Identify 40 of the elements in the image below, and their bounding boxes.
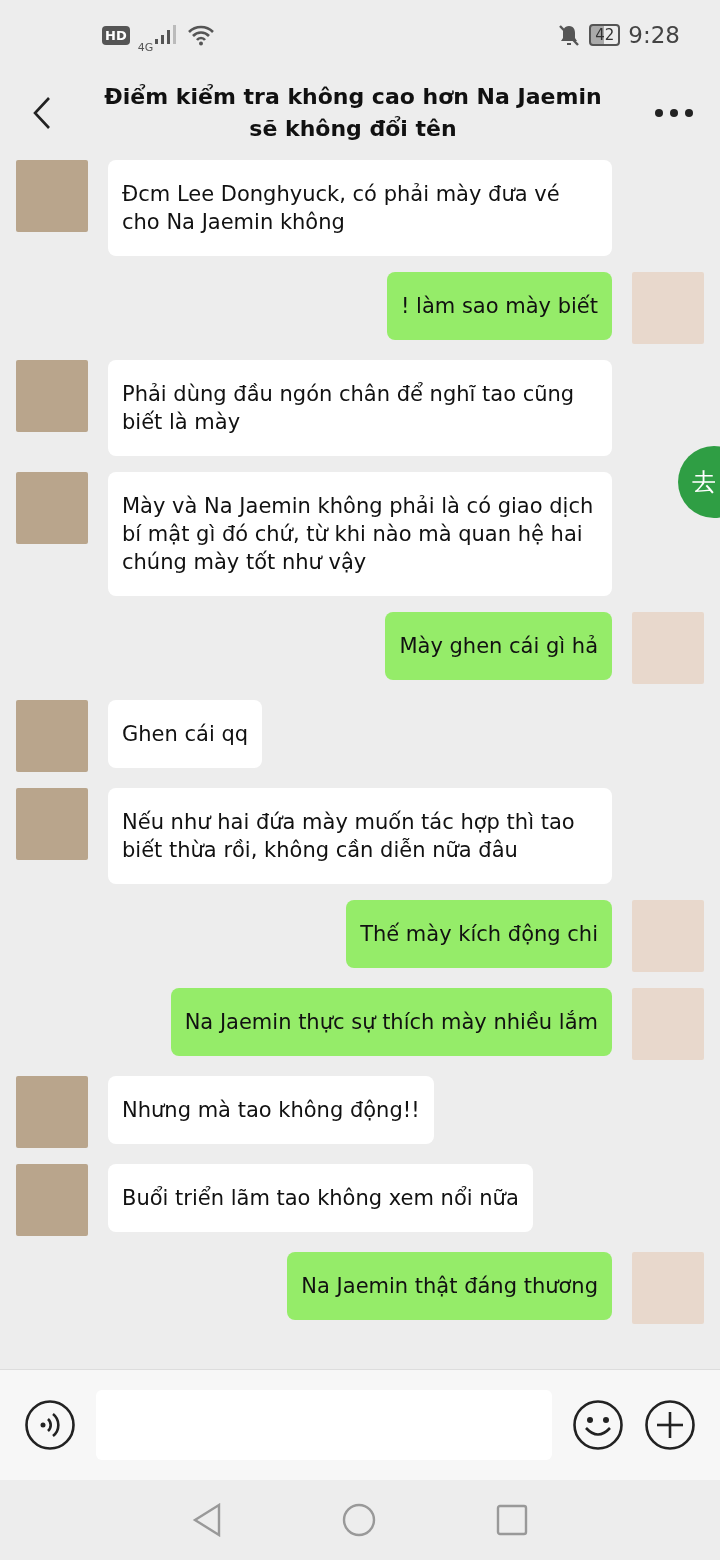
avatar-photo-placeholder[interactable]: [16, 360, 88, 432]
message-bubble: Đcm Lee Donghyuck, có phải mày đưa vé cho Na Jaemin không: [108, 160, 612, 256]
avatar-photo-placeholder[interactable]: [16, 160, 88, 232]
recents-square-icon[interactable]: [496, 1504, 528, 1536]
clock-time: 9:28: [628, 22, 680, 48]
message-bubble: Mày ghen cái gì hả: [385, 612, 612, 680]
message-bubble: Phải dùng đầu ngón chân để nghĩ tao cũng biết là mày: [108, 360, 612, 456]
hd-badge: HD: [102, 25, 130, 45]
avatar-photo-placeholder[interactable]: [16, 1076, 88, 1148]
battery-level: 42: [589, 24, 621, 46]
avatar-photo-placeholder[interactable]: [16, 1164, 88, 1236]
message-bubble: Mày và Na Jaemin không phải là có giao dịch bí mật gì đó chứ, từ khi nào mà quan hệ hai chúng mày tốt như vậy: [108, 472, 612, 596]
more-icon[interactable]: [654, 108, 694, 118]
back-triangle-icon[interactable]: [192, 1503, 222, 1537]
message-bubble: Na Jaemin thật đáng thương: [287, 1252, 612, 1320]
avatar-photo-placeholder[interactable]: [16, 472, 88, 544]
avatar-photo-placeholder[interactable]: [632, 988, 704, 1060]
message-bubble: Na Jaemin thực sự thích mày nhiều lắm: [170, 988, 612, 1056]
add-icon[interactable]: [644, 1399, 696, 1451]
bell-muted-icon: [557, 23, 582, 47]
home-circle-icon[interactable]: [342, 1503, 376, 1537]
message-bubble: Buổi triển lãm tao không xem nổi nữa: [108, 1164, 533, 1232]
message-bubble: Thế mày kích động chi: [346, 900, 612, 968]
message-bubble: Nếu như hai đứa mày muốn tác hợp thì tao biết thừa rồi, không cần diễn nữa đâu: [108, 788, 612, 884]
avatar-photo-placeholder[interactable]: [16, 700, 88, 772]
message-bubble: ! làm sao mày biết: [387, 272, 612, 340]
floating-button[interactable]: 去: [678, 446, 720, 518]
chat-title: Điểm kiểm tra không cao hơn Na Jaemin sẽ không đổi tên: [103, 83, 603, 143]
avatar-photo-placeholder[interactable]: [632, 900, 704, 972]
emoji-icon[interactable]: [572, 1399, 624, 1451]
avatar-photo-placeholder[interactable]: [16, 788, 88, 860]
voice-icon[interactable]: [24, 1399, 76, 1451]
avatar-photo-placeholder[interactable]: [632, 612, 704, 684]
avatar-photo-placeholder[interactable]: [632, 1252, 704, 1324]
avatar-photo-placeholder[interactable]: [632, 272, 704, 344]
message-bubble: Nhưng mà tao không động!!: [108, 1076, 434, 1144]
back-icon[interactable]: [32, 96, 52, 130]
network-type: 4G: [137, 40, 154, 54]
message-bubble: Ghen cái qq: [108, 700, 263, 768]
wifi-icon: [187, 24, 216, 46]
